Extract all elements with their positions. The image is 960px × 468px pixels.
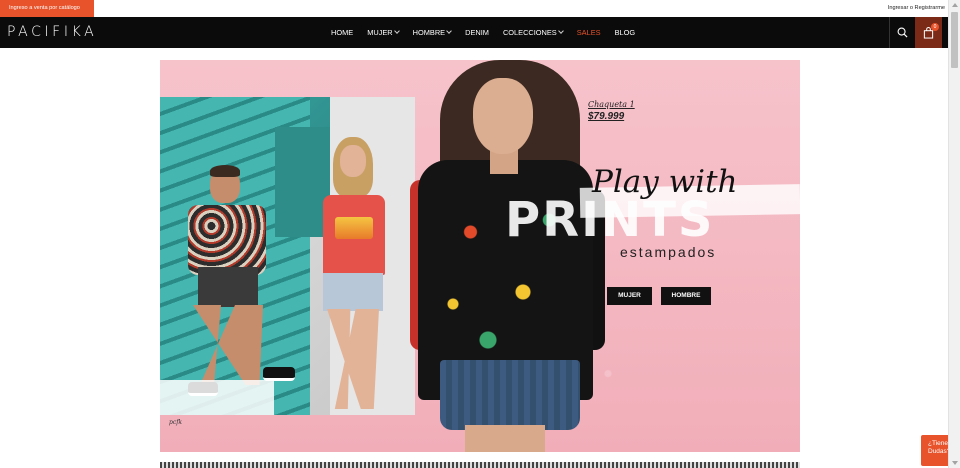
product-price[interactable]: $79.999 [588, 111, 624, 122]
cart-count-badge: 0 [931, 23, 939, 31]
photo-signature: pcfk [169, 419, 183, 426]
nav-item-colecciones[interactable]: COLECCIONES [502, 28, 564, 37]
search-icon [897, 27, 908, 38]
hero-headline-prints: PRINTS [505, 192, 715, 248]
login-register-link[interactable]: Ingresar o Registrarme [888, 0, 945, 17]
main-model-legs [465, 425, 545, 452]
chevron-down-icon [393, 28, 400, 34]
cart-button[interactable]: 0 [915, 17, 942, 48]
nav-item-denim[interactable]: DENIM [465, 28, 489, 37]
hero-banner[interactable]: pcfk Chaqueta 1 $79.999 PRINTS Play with… [160, 60, 800, 452]
scroll-down-arrow-icon[interactable] [952, 461, 958, 465]
site-logo[interactable]: PACIFIKA [7, 17, 97, 48]
hero-headline-script: Play with [592, 164, 738, 200]
main-navbar: PACIFIKA HOME MUJER HOMBRE DENIM COLECCI… [0, 17, 948, 48]
catalog-sale-link[interactable]: Ingreso a venta por catálogo [0, 0, 94, 17]
nav-item-label: COLECCIONES [502, 28, 557, 37]
scroll-thumb[interactable] [951, 12, 958, 68]
lifestyle-photo [160, 97, 415, 415]
main-model-skirt [440, 360, 580, 430]
nav-item-label: HOME [331, 28, 354, 37]
shop-men-button[interactable]: HOMBRE [661, 287, 711, 305]
next-banner-preview [160, 462, 800, 468]
photo-ticket-overlay [160, 380, 274, 415]
male-model [178, 165, 295, 407]
page: Ingreso a venta por catálogo Ingresar o … [0, 0, 960, 468]
nav-item-mujer[interactable]: MUJER [367, 28, 400, 37]
main-menu: HOME MUJER HOMBRE DENIM COLECCIONES SALE… [331, 17, 649, 48]
search-button[interactable] [890, 17, 915, 48]
nav-item-label: MUJER [367, 28, 393, 37]
hero-subheadline: estampados [620, 244, 717, 260]
chevron-down-icon [557, 28, 564, 34]
nav-item-label: BLOG [614, 28, 636, 37]
female-model [305, 137, 400, 415]
utility-bar: Ingreso a venta por catálogo Ingresar o … [0, 0, 948, 17]
nav-item-label: DENIM [465, 28, 489, 37]
product-price-label[interactable]: Chaqueta 1 [588, 100, 635, 109]
chevron-down-icon [446, 28, 452, 34]
scroll-up-arrow-icon[interactable] [952, 3, 958, 7]
shop-women-button[interactable]: MUJER [607, 287, 652, 305]
page-scrollbar[interactable] [948, 0, 960, 468]
nav-item-label: SALES [576, 28, 601, 37]
nav-item-sales[interactable]: SALES [577, 28, 601, 37]
nav-item-blog[interactable]: BLOG [615, 28, 636, 37]
main-model-face [473, 78, 533, 154]
nav-item-home[interactable]: HOME [331, 28, 353, 37]
nav-item-label: HOMBRE [412, 28, 446, 37]
nav-item-hombre[interactable]: HOMBRE [412, 28, 452, 37]
